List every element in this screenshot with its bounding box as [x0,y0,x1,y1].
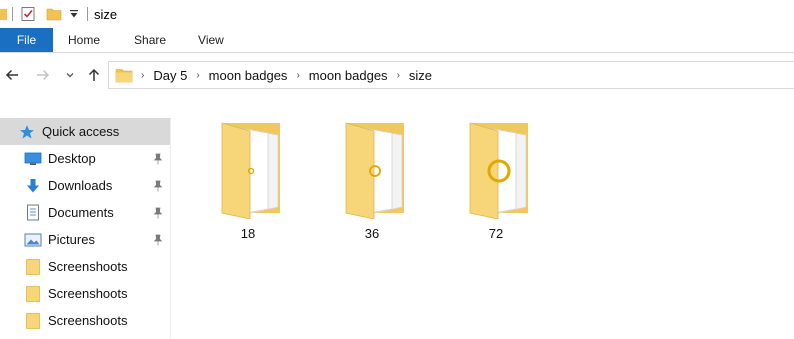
sidebar-item-label: Pictures [48,232,95,247]
window-title: size [94,6,118,22]
pin-icon[interactable] [153,234,163,246]
download-icon [24,177,42,195]
chevron-right-icon: › [141,69,145,81]
folder-icon [24,258,42,276]
title-bar: size [0,0,794,28]
sidebar-item-documents[interactable]: Documents [0,199,170,226]
navigation-pane: Quick access Desktop Downloads Documents… [0,118,171,339]
breadcrumb-size[interactable]: size [409,68,432,83]
sidebar-item-label: Downloads [48,178,113,193]
folder-icon [24,285,42,303]
back-button[interactable] [4,67,20,83]
sidebar-item-label: Documents [48,205,114,220]
breadcrumb-moon-badges-sub[interactable]: moon badges [309,68,388,83]
sidebar-item-downloads[interactable]: Downloads [0,172,170,199]
tab-home[interactable]: Home [53,28,116,52]
pin-icon[interactable] [153,180,163,192]
chevron-right-icon: › [396,69,400,81]
ribbon-tab-bar: File Home Share View [0,28,794,53]
sidebar-item-label: Screenshoots [48,313,128,328]
properties-icon[interactable] [19,6,37,22]
sidebar-item-screenshoots[interactable]: Screenshoots [0,253,170,280]
chevron-right-icon: › [196,69,200,81]
tab-file[interactable]: File [0,28,53,52]
folder-item-18[interactable]: 18 [198,119,298,241]
address-bar[interactable]: › Day 5 › moon badges › moon badges › si… [108,61,794,89]
up-button[interactable] [86,67,102,83]
sidebar-item-label: Screenshoots [48,286,128,301]
folder-icon [24,312,42,330]
sidebar-item-screenshoots[interactable]: Screenshoots [0,280,170,307]
folder-item-72[interactable]: 72 [446,119,546,241]
folder-name: 72 [488,226,504,241]
folder-icon [221,122,280,220]
toolbar-divider [87,7,88,21]
sidebar-item-label: Screenshoots [48,259,128,274]
folder-item-36[interactable]: 36 [322,119,422,241]
chevron-right-icon: › [296,69,300,81]
folder-name: 36 [364,226,380,241]
new-folder-icon[interactable] [45,6,63,22]
tab-share[interactable]: Share [116,28,183,52]
recent-locations-button[interactable] [64,69,76,81]
toolbar-divider [12,7,13,21]
folder-name: 18 [240,226,256,241]
sidebar-item-label: Desktop [48,151,96,166]
tab-view[interactable]: View [183,28,240,52]
forward-button[interactable] [35,67,51,83]
breadcrumb-moon-badges[interactable]: moon badges [209,68,288,83]
star-icon [18,123,36,141]
pictures-icon [24,231,42,249]
folder-icon [345,122,404,220]
sidebar-item-quick-access[interactable]: Quick access [0,118,170,145]
navigation-bar: › Day 5 › moon badges › moon badges › si… [0,53,794,97]
pin-icon[interactable] [153,153,163,165]
breadcrumb-day-5[interactable]: Day 5 [153,68,187,83]
document-icon [24,204,42,222]
customize-toolbar-icon[interactable] [67,8,81,20]
pin-icon[interactable] [153,207,163,219]
sidebar-item-desktop[interactable]: Desktop [0,145,170,172]
sidebar-item-screenshoots[interactable]: Screenshoots [0,307,170,334]
sidebar-item-pictures[interactable]: Pictures [0,226,170,253]
folder-icon [469,122,528,220]
sidebar-item-label: Quick access [42,124,120,139]
file-list: 18 36 72 [170,97,794,339]
desktop-icon [24,150,42,168]
folder-icon [0,6,8,22]
folder-icon [115,67,133,83]
